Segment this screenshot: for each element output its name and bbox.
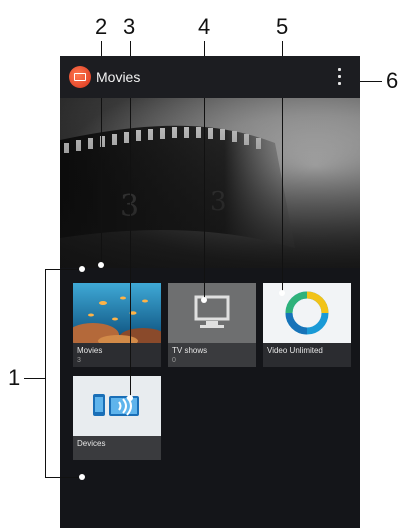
tile-label: Movies — [77, 346, 103, 355]
overflow-menu-icon[interactable] — [336, 68, 342, 86]
leader-dot-2 — [98, 262, 104, 268]
bracket-1-dot-bottom — [79, 474, 85, 480]
devices-wireless-icon — [93, 394, 139, 416]
bracket-1-stem — [24, 378, 45, 379]
bracket-1-top — [45, 269, 82, 270]
tile-tv-shows[interactable]: TV shows 0 — [168, 283, 256, 367]
bracket-1-bottom — [45, 477, 82, 478]
movies-app-icon[interactable] — [69, 66, 91, 88]
tile-label: Devices — [77, 439, 106, 448]
callout-6: 6 — [386, 68, 399, 93]
bracket-1-dot-top — [79, 266, 85, 272]
hero-banner-image: 3 3 — [60, 98, 360, 268]
tile-label: Video Unlimited — [267, 346, 323, 355]
leader-dot-5 — [279, 290, 285, 296]
tv-icon — [194, 295, 230, 328]
phone-screen: Movies Movies 3 TV shows 0 Video Unlimit… — [60, 56, 360, 528]
callout-5: 5 — [276, 14, 289, 39]
tile-devices[interactable]: Devices — [73, 376, 161, 460]
tv-tile-background — [168, 283, 256, 343]
bracket-1-vertical — [45, 269, 46, 477]
app-title: Movies — [96, 69, 141, 85]
action-bar: Movies — [60, 56, 360, 98]
callout-3: 3 — [123, 14, 136, 39]
video-unlimited-logo — [285, 291, 329, 335]
tile-video-unlimited[interactable]: Video Unlimited — [263, 283, 351, 367]
tile-movies[interactable]: Movies 3 — [73, 283, 161, 367]
tile-label: TV shows — [172, 346, 208, 355]
callout-1: 1 — [8, 365, 21, 390]
tile-count: 3 — [77, 357, 81, 364]
callout-2: 2 — [95, 14, 108, 39]
callout-4: 4 — [198, 14, 211, 39]
library-grid: Movies 3 TV shows 0 Video Unlimited Devi… — [60, 268, 360, 528]
tile-count: 0 — [172, 357, 176, 364]
leader-dot-3 — [127, 395, 133, 401]
leader-dot-4 — [201, 297, 207, 303]
movies-thumbnail — [73, 283, 161, 343]
